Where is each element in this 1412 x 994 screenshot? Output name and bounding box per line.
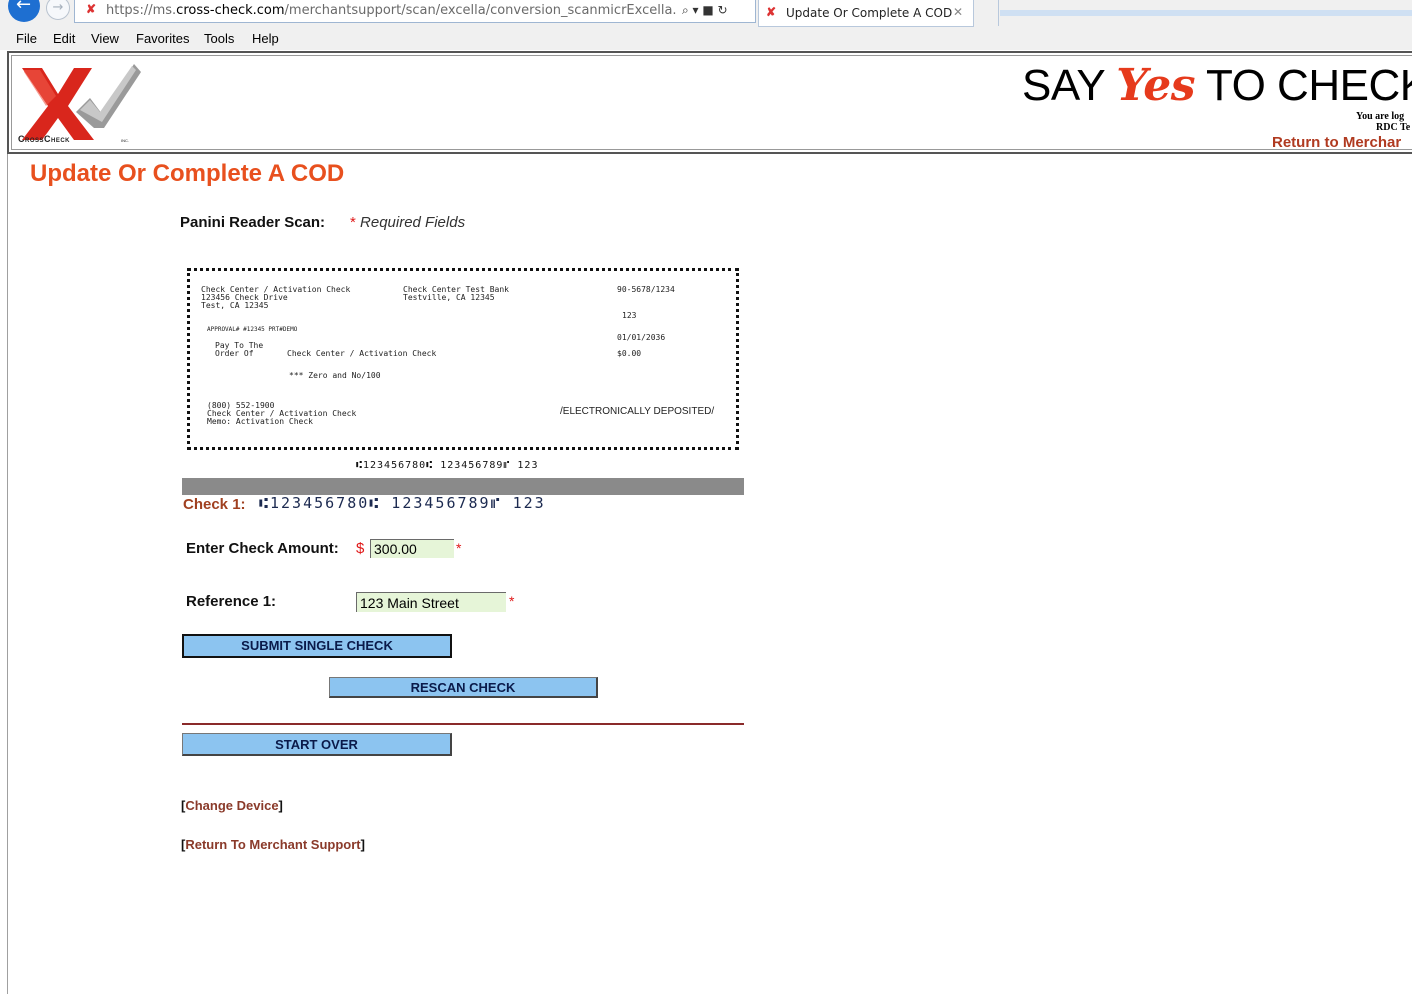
check1-label: Check 1: bbox=[183, 496, 246, 513]
check-payer-line3: Test, CA 12345 bbox=[201, 301, 269, 310]
tab-favicon-icon: ✘ bbox=[766, 5, 777, 19]
address-url[interactable]: https://ms.cross-check.com/merchantsuppo… bbox=[106, 3, 676, 18]
check-written-amount: *** Zero and No/100 bbox=[289, 371, 381, 380]
return-to-merchant-link[interactable]: Return to Merchar bbox=[1272, 134, 1401, 151]
back-arrow-icon: ← bbox=[16, 0, 32, 15]
reference-required-star: * bbox=[509, 593, 515, 609]
required-fields-note: * Required Fields bbox=[350, 214, 465, 231]
required-star: * bbox=[350, 214, 356, 231]
check-payee: Check Center / Activation Check bbox=[287, 349, 437, 358]
close-bracket: ] bbox=[278, 798, 283, 813]
tab-title[interactable]: Update Or Complete A COD bbox=[786, 6, 952, 20]
amount-required-star: * bbox=[456, 540, 462, 556]
check-image-micr: ⑆123456780⑆ 123456789⑈ 123 bbox=[356, 460, 539, 471]
check-date: 01/01/2036 bbox=[617, 333, 666, 342]
start-over-button[interactable]: START OVER bbox=[182, 733, 452, 756]
check-deposit-stamp: /ELECTRONICALLY DEPOSITED/ bbox=[560, 406, 715, 417]
login-status-line2: RDC Te bbox=[1376, 122, 1411, 133]
page-left-border bbox=[7, 154, 8, 994]
check-number: 123 bbox=[622, 311, 637, 320]
return-to-merchant-support-link[interactable]: Return To Merchant Support bbox=[185, 837, 360, 852]
check-bank-line2: Testville, CA 12345 bbox=[403, 293, 495, 302]
submit-single-check-button[interactable]: SUBMIT SINGLE CHECK bbox=[182, 634, 452, 658]
check-amount-input[interactable] bbox=[370, 539, 454, 558]
check-image: Check Center / Activation Check 123456 C… bbox=[187, 268, 739, 450]
check-routing-fraction: 90-5678/1234 bbox=[617, 285, 675, 294]
check-memo: Memo: Activation Check bbox=[207, 417, 313, 426]
slogan-to-check: TO CHECK bbox=[1206, 61, 1412, 110]
slogan: SAY Yes TO CHECK bbox=[1022, 60, 1412, 111]
check-approval: APPROVAL# #12345 PRT#DEMO bbox=[207, 326, 298, 333]
section-divider bbox=[182, 723, 744, 725]
close-bracket: ] bbox=[360, 837, 365, 852]
tab-strip bbox=[1000, 10, 1412, 16]
logo-suffix: INC. bbox=[121, 138, 129, 143]
required-fields-text: Required Fields bbox=[360, 214, 466, 231]
change-device-link[interactable]: Change Device bbox=[185, 798, 278, 813]
check-pay-to-line2: Order Of bbox=[215, 349, 254, 358]
new-tab-button[interactable] bbox=[976, 0, 999, 26]
site-favicon-icon: ✘ bbox=[86, 2, 97, 16]
return-support-link-wrapper: [Return To Merchant Support] bbox=[181, 837, 365, 852]
crosscheck-logo: CrossCheck INC. bbox=[16, 60, 141, 148]
scan-separator-bar bbox=[182, 478, 744, 495]
slogan-yes: Yes bbox=[1116, 60, 1196, 111]
address-tools-icons[interactable]: ⌕ ▾ ■ ↻ bbox=[682, 3, 728, 18]
scan-label: Panini Reader Scan: bbox=[180, 214, 326, 231]
menu-file[interactable]: File bbox=[16, 31, 37, 46]
dollar-sign: $ bbox=[356, 540, 365, 557]
logo-text: CrossCheck bbox=[18, 134, 71, 144]
tab-close-icon[interactable]: ✕ bbox=[953, 5, 963, 19]
reference-input[interactable] bbox=[356, 592, 506, 612]
menu-favorites[interactable]: Favorites bbox=[136, 31, 189, 46]
check-amount: $0.00 bbox=[617, 349, 642, 358]
check-amount-label: Enter Check Amount: bbox=[186, 540, 339, 557]
check1-micr: ⑆123456780⑆ 123456789⑈ 123 bbox=[259, 494, 546, 512]
login-status-line1: You are log bbox=[1356, 111, 1405, 122]
menu-help[interactable]: Help bbox=[252, 31, 279, 46]
reference-label: Reference 1: bbox=[186, 593, 277, 610]
slogan-say: SAY bbox=[1022, 61, 1105, 110]
menu-view[interactable]: View bbox=[91, 31, 119, 46]
menu-edit[interactable]: Edit bbox=[53, 31, 75, 46]
rescan-check-button[interactable]: RESCAN CHECK bbox=[329, 677, 598, 698]
change-device-link-wrapper: [Change Device] bbox=[181, 798, 283, 813]
menu-tools[interactable]: Tools bbox=[204, 31, 234, 46]
page-title: Update Or Complete A COD bbox=[30, 160, 345, 187]
